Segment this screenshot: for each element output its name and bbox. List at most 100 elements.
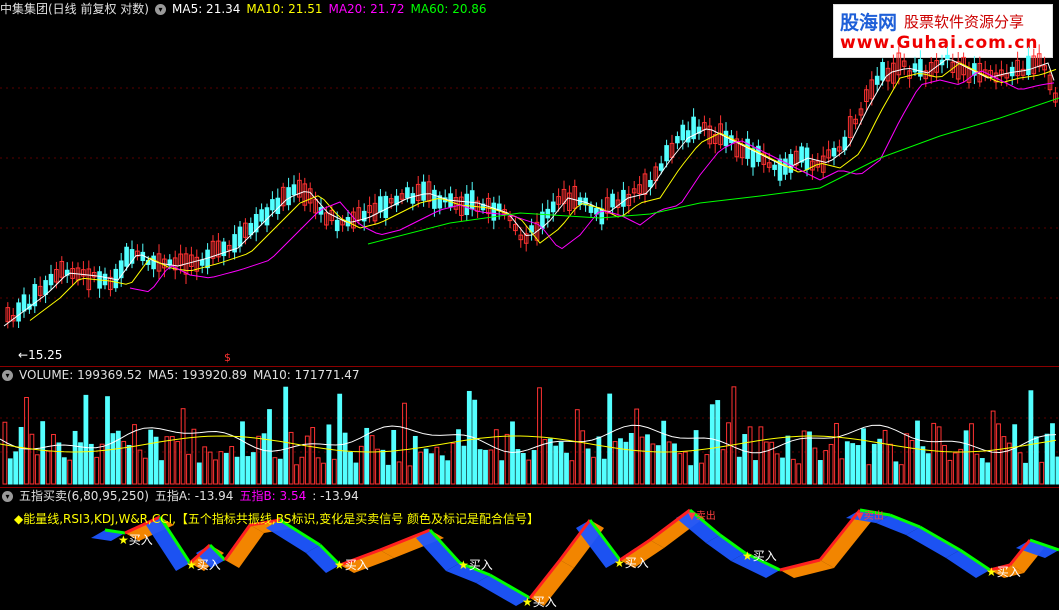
volume-bar [385,464,391,485]
volume-bar [439,455,445,485]
stock-title[interactable]: 中集集团(日线 前复权 对数) [0,2,149,16]
volume-bar [353,462,359,485]
candle [550,201,556,213]
buy-signal: ★买入 [614,554,649,571]
volume-bar [591,456,596,485]
candle [16,302,21,322]
candle [421,181,426,201]
sell-label: 卖出 [863,511,884,522]
volume-bar [153,436,159,485]
volume-bar [126,444,132,485]
star-icon: ★ [186,558,197,572]
ma5-line [3,58,1055,327]
volume-bar [229,446,235,485]
volume-bar [580,430,586,485]
candle [658,163,664,171]
candle [102,273,108,286]
candle [610,193,615,208]
volume-bar [531,450,537,485]
buy-label: 买入 [996,565,1021,579]
candle [151,255,156,270]
volume-bar [709,404,715,485]
ma60-value: MA60: 20.86 [410,2,487,16]
candle [831,147,837,157]
candle [723,130,729,147]
volume-bar [666,441,672,485]
volume-bar [407,465,413,485]
volume-bar [391,429,397,485]
volume-chart[interactable] [0,384,1059,486]
volume-bar [132,424,137,485]
candle [286,187,291,206]
candle [675,136,680,144]
volume-bar [1001,436,1007,485]
candle [912,63,918,73]
volume-bar [547,438,553,485]
candle [259,209,264,222]
volume-bar [315,457,321,485]
volume-bar [628,432,634,485]
volume-bar [888,443,893,485]
price-chart[interactable] [0,18,1059,366]
indicator-b: 五指B: 3.54 [239,489,307,503]
volume-bar [844,441,850,485]
volume-bar [558,441,564,485]
volume-bar [94,456,100,485]
sell-arrow-icon: ▼ [856,511,864,522]
volume-bar [240,421,245,485]
star-icon: ★ [614,556,625,570]
volume-bar [434,446,440,485]
volume-bar [396,461,402,485]
volume-bar [72,430,78,485]
volume-bar [601,458,607,485]
volume-bar [207,451,213,485]
volume-bar [963,430,969,485]
buy-label: 买入 [624,556,649,570]
star-icon: ★ [986,565,997,579]
candle [124,246,129,267]
volume-bar [488,449,494,485]
volume-bar [990,410,996,485]
volume-bar [623,441,629,485]
settings-circle-icon[interactable]: ▾ [155,4,166,15]
volume-settings-icon[interactable]: ▾ [2,370,13,381]
candle [545,208,551,219]
volume-bar [731,386,737,485]
volume-bar [850,443,856,485]
star-icon: ★ [458,558,469,572]
low-price-marker: ←15.25 [18,348,63,362]
volume-bar [466,390,472,485]
volume-bar [569,460,575,485]
candle [464,193,470,216]
volume-bar [83,394,89,485]
volume-bar [1039,461,1045,485]
volume-bar [294,464,299,485]
candle [264,207,270,226]
volume-bar [936,426,942,485]
volume-bar [796,463,802,485]
buy-label: 买入 [128,533,153,547]
volume-bar [7,458,13,485]
volume-bar [753,460,758,485]
ma20-value: MA20: 21.72 [328,2,405,16]
volume-bar [331,458,337,485]
volume-bar [24,396,29,485]
volume-bar [861,428,866,485]
sell-label: 卖出 [695,511,716,522]
ma10-value: MA10: 21.51 [246,2,323,16]
volume-bar [920,446,926,485]
volume-bar [110,433,116,485]
candle [880,62,885,81]
buy-signal: ★买入 [186,556,221,573]
split-marker-icon: $ [224,351,231,364]
indicator-settings-icon[interactable]: ▾ [2,491,13,502]
volume-bar [56,442,62,485]
candle [43,280,48,295]
indicator-name[interactable]: 五指买卖(6,80,95,250) [19,489,149,503]
volume-ma10: MA10: 171771.47 [252,368,360,382]
sell-arrow-icon: ▼ [688,511,696,522]
star-icon: ★ [334,558,345,572]
candle [410,193,416,204]
volume-bar [790,458,796,485]
volume-ma5: MA5: 193920.89 [148,368,247,382]
